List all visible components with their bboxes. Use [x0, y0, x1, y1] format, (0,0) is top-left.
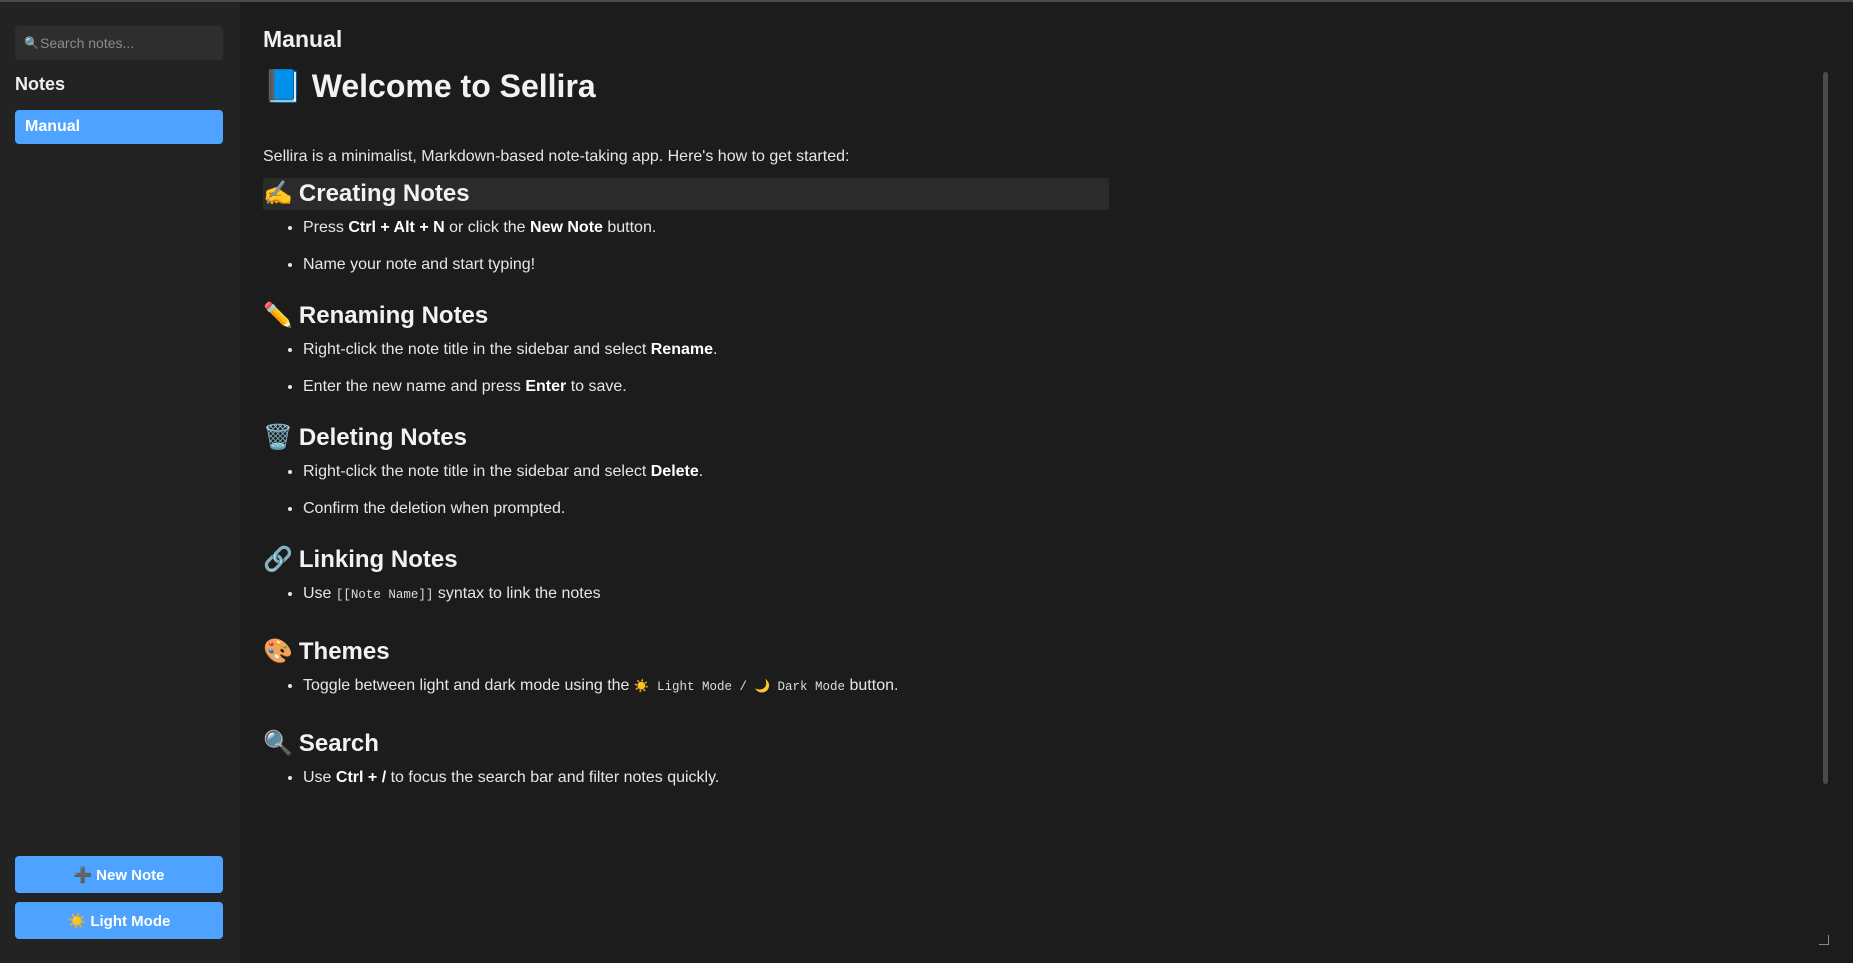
note-content[interactable]: 📘 Welcome to Sellira Sellira is a minima…	[263, 64, 1263, 786]
list-item: Use Ctrl + / to focus the search bar and…	[303, 768, 1263, 788]
list-text: Right-click the note title in the sideba…	[303, 463, 651, 480]
section-heading-text: Linking Notes	[298, 546, 458, 573]
list-text: to focus the search bar and filter notes…	[386, 769, 720, 786]
list-text: .	[713, 341, 718, 358]
document-heading-text: Welcome to Sellira	[311, 68, 596, 104]
plus-icon: ➕	[73, 867, 93, 884]
sidebar-heading: Notes	[15, 74, 66, 94]
pencil-icon: ✏️	[263, 302, 293, 329]
list-text: to save.	[566, 378, 627, 395]
link-icon: 🔗	[263, 546, 293, 573]
bullet-list: Right-click the note title in the sideba…	[263, 340, 1263, 397]
section-search: 🔍Search Use Ctrl + / to focus the search …	[263, 728, 1263, 788]
list-item: Name your note and start typing!	[303, 255, 1263, 275]
section-heading: 🗑️ Deleting Notes	[263, 422, 1263, 454]
search-input[interactable]	[40, 35, 210, 51]
search-bar[interactable]: 🔍	[15, 26, 223, 60]
document-heading: 📘 Welcome to Sellira	[263, 64, 1263, 108]
bullet-list: Press Ctrl + Alt + N or click the New No…	[263, 218, 1263, 275]
list-text: syntax to link the notes	[433, 585, 601, 602]
bold-text: Enter	[525, 378, 567, 395]
section-heading-text: Themes	[298, 638, 390, 665]
note-editor: Manual 📘 Welcome to Sellira Sellira is a…	[240, 2, 1853, 963]
list-text: Press	[303, 219, 349, 236]
list-item: Toggle between light and dark mode using…	[303, 676, 1263, 697]
theme-toggle-label: Light Mode	[90, 913, 171, 930]
search-icon: 🔍	[263, 730, 293, 757]
palette-icon: 🎨	[263, 638, 293, 665]
bold-text: Rename	[650, 341, 713, 358]
sidebar-item-manual[interactable]: Manual	[15, 110, 223, 144]
list-text: Use	[303, 585, 336, 602]
app-window: 🔍 Notes Manual ➕New Note ☀️Light Mode Ma…	[0, 2, 1853, 963]
new-note-button[interactable]: ➕ New Note	[15, 856, 223, 893]
list-item: Right-click the note title in the sideba…	[303, 340, 1263, 360]
scrollbar-thumb[interactable]	[1823, 72, 1828, 784]
bold-text: Ctrl + Alt + N	[348, 219, 445, 236]
trash-icon: 🗑️	[263, 424, 293, 451]
intro-paragraph: Sellira is a minimalist, Markdown-based …	[263, 148, 850, 165]
bullet-list: Right-click the note title in the sideba…	[263, 462, 1263, 519]
list-text: Use	[303, 769, 336, 786]
book-icon: 📘	[263, 68, 303, 104]
section-renaming-notes: ✏️Renaming Notes Right-click the note tit…	[263, 300, 1263, 397]
bullet-list: Toggle between light and dark mode using…	[263, 676, 1263, 697]
list-item: Confirm the deletion when prompted.	[303, 499, 1263, 519]
list-item: Use [[Note Name]] syntax to link the not…	[303, 584, 1263, 605]
section-heading: ✏️ Renaming Notes	[263, 300, 1263, 332]
bullet-list: Use [[Note Name]] syntax to link the not…	[263, 584, 1263, 605]
list-text: Name your note and start typing!	[303, 256, 536, 273]
search-icon: 🔍	[24, 36, 39, 50]
section-heading: 🎨 Themes	[263, 636, 1263, 668]
section-linking-notes: 🔗Linking Notes Use [[Note Name]] syntax t…	[263, 544, 1263, 605]
bold-text: Ctrl + /	[335, 769, 387, 786]
section-heading: ✍️ Creating Notes	[263, 178, 1109, 210]
list-text: Right-click the note title in the sideba…	[303, 341, 651, 358]
sun-icon: ☀️	[67, 913, 87, 930]
list-item: Right-click the note title in the sideba…	[303, 462, 1263, 482]
section-themes: 🎨Themes Toggle between light and dark mod…	[263, 636, 1263, 697]
list-text: button.	[845, 677, 899, 694]
list-text: or click the	[444, 219, 531, 236]
inline-code: [[Note Name]]	[335, 588, 434, 602]
section-heading-text: Creating Notes	[298, 180, 470, 207]
list-item: Press Ctrl + Alt + N or click the New No…	[303, 218, 1263, 238]
list-text: .	[698, 463, 704, 480]
list-text: Enter the new name and press	[303, 378, 526, 395]
bold-text: Delete	[650, 463, 699, 480]
new-note-label: New Note	[96, 867, 165, 884]
scrollbar[interactable]	[1823, 72, 1831, 784]
section-deleting-notes: 🗑️Deleting Notes Right-click the note tit…	[263, 422, 1263, 519]
note-title: Manual	[263, 26, 343, 52]
bold-text: New Note	[530, 219, 603, 236]
section-heading-text: Deleting Notes	[298, 424, 467, 451]
list-item: Enter the new name and press Enter to sa…	[303, 377, 1263, 397]
list-text: button.	[602, 219, 657, 236]
resize-grip-icon[interactable]	[1819, 935, 1829, 945]
section-heading-text: Renaming Notes	[298, 302, 489, 329]
theme-toggle-button[interactable]: ☀️ Light Mode	[15, 902, 223, 939]
bullet-list: Use Ctrl + / to focus the search bar and…	[263, 768, 1263, 788]
section-heading-text: Search	[298, 730, 379, 757]
sidebar: 🔍 Notes Manual ➕New Note ☀️Light Mode	[0, 2, 240, 963]
section-heading: 🔗 Linking Notes	[263, 544, 1263, 576]
section-creating-notes: ✍️Creating Notes Press Ctrl + Alt + N or …	[263, 178, 1263, 275]
section-heading: 🔍 Search	[263, 728, 1263, 760]
inline-code: ☀️ Light Mode / 🌙 Dark Mode	[633, 680, 846, 694]
list-text: Toggle between light and dark mode using…	[303, 677, 634, 694]
writing-hand-icon: ✍️	[263, 180, 293, 207]
list-text: Confirm the deletion when prompted.	[303, 500, 566, 517]
